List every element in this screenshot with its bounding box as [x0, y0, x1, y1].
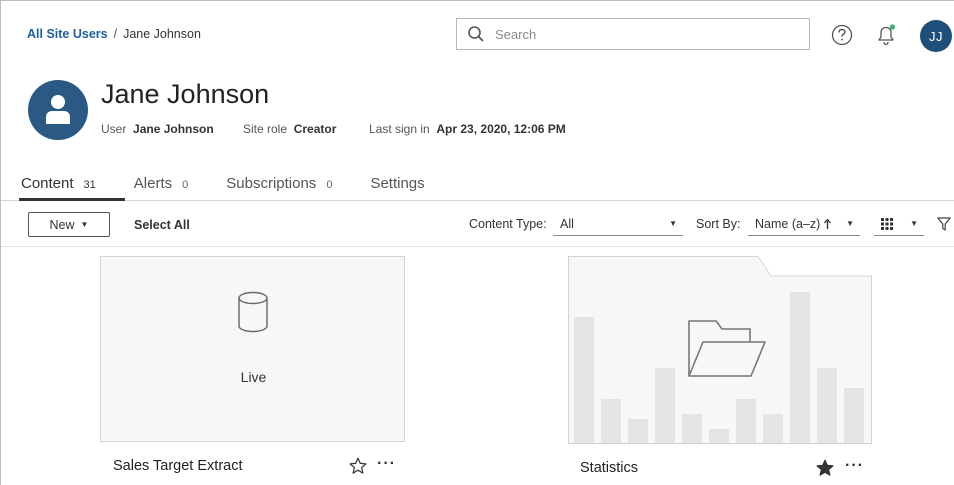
breadcrumb: All Site Users / Jane Johnson [27, 27, 201, 41]
folder-card-title[interactable]: Statistics [580, 460, 638, 476]
breadcrumb-link-all-site-users[interactable]: All Site Users [27, 27, 108, 41]
sort-by-value: Name (a–z) [755, 216, 821, 231]
tab-label: Settings [370, 175, 425, 192]
new-button-label: New [49, 217, 75, 232]
tab-count: 31 [83, 179, 96, 191]
tab-label: Content [21, 175, 74, 192]
caret-down-icon: ▼ [80, 220, 89, 229]
meta-last-sign-in: Last sign in Apr 23, 2020, 12:06 PM [369, 122, 566, 136]
folder-card-thumbnail[interactable] [568, 256, 872, 444]
tab-subscriptions[interactable]: Subscriptions 0 [226, 175, 332, 201]
caret-down-icon: ▼ [669, 219, 677, 228]
active-tab-indicator [19, 198, 125, 201]
meta-user-label: User [101, 122, 127, 136]
bell-icon[interactable] [875, 23, 897, 47]
meta-user: User Jane Johnson [101, 122, 214, 136]
arrow-up-icon [824, 218, 832, 229]
tab-label: Alerts [133, 175, 173, 192]
tabs-divider [1, 200, 954, 201]
tab-alerts[interactable]: Alerts 0 [134, 175, 188, 201]
tab-label: Subscriptions [226, 175, 317, 192]
breadcrumb-separator: / [113, 27, 118, 41]
more-actions-icon[interactable]: ··· [377, 455, 396, 473]
sort-value-wrap: Name (a–z) [755, 216, 832, 231]
current-user-avatar[interactable]: JJ [920, 20, 952, 52]
caret-down-icon: ▼ [910, 219, 918, 228]
new-button[interactable]: New ▼ [28, 212, 110, 237]
grid-view-icon [881, 217, 893, 230]
more-actions-icon[interactable]: ··· [845, 457, 864, 475]
meta-last-sign-in-label: Last sign in [369, 122, 430, 136]
page-title: Jane Johnson [101, 79, 270, 109]
content-type-select[interactable]: All ▼ [553, 212, 683, 236]
user-avatar [28, 80, 88, 140]
content-type-value: All [560, 216, 574, 231]
meta-site-role-value: Creator [293, 122, 337, 136]
caret-down-icon: ▼ [846, 219, 854, 228]
meta-last-sign-in-value: Apr 23, 2020, 12:06 PM [436, 122, 566, 136]
thumbnail-label: Live [240, 369, 267, 385]
search-icon [468, 26, 484, 42]
sort-by-label: Sort By: [696, 217, 741, 231]
star-filled-icon[interactable] [816, 459, 834, 477]
breadcrumb-current: Jane Johnson [123, 27, 201, 41]
notification-dot [889, 24, 896, 30]
tab-settings[interactable]: Settings [370, 175, 424, 201]
search-input[interactable] [495, 26, 795, 42]
select-all-button[interactable]: Select All [134, 218, 190, 232]
meta-site-role: Site role Creator [243, 122, 336, 136]
filter-icon[interactable] [937, 217, 951, 231]
person-icon [46, 95, 70, 124]
toolbar-divider [1, 246, 954, 247]
help-circle-icon[interactable] [831, 24, 853, 46]
tab-count: 0 [326, 179, 333, 191]
content-type-label: Content Type: [469, 217, 547, 231]
sort-by-select[interactable]: Name (a–z) ▼ [748, 212, 860, 236]
meta-user-value: Jane Johnson [133, 122, 214, 136]
content-card-title[interactable]: Sales Target Extract [113, 458, 243, 474]
star-outline-icon[interactable] [349, 457, 367, 475]
search-box[interactable] [456, 18, 810, 50]
database-icon [238, 291, 268, 333]
view-mode-select[interactable]: ▼ [874, 212, 924, 236]
meta-site-role-label: Site role [243, 122, 288, 136]
content-card-thumbnail[interactable]: Live [100, 256, 405, 442]
tab-count: 0 [182, 179, 189, 191]
